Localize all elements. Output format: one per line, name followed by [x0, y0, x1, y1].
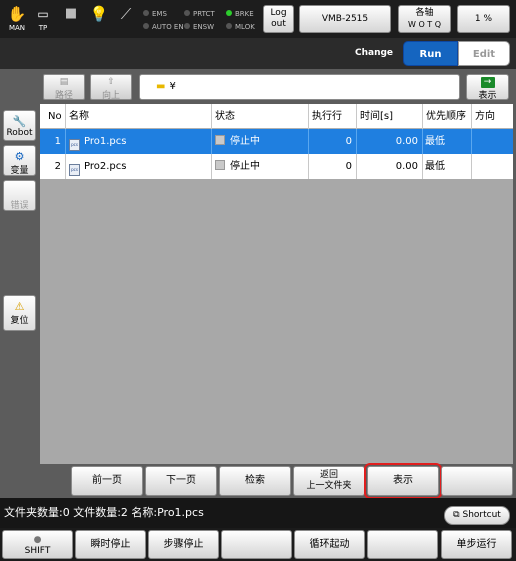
display-arrow-icon: →: [480, 77, 495, 88]
step-stop-button[interactable]: 步骤停止: [148, 530, 219, 559]
logout-button[interactable]: Log out: [263, 5, 294, 33]
tool-icon[interactable]: ⟋: [113, 4, 139, 34]
gear-icon: ⚙: [14, 150, 25, 163]
path-field[interactable]: ▬ ¥: [139, 74, 460, 100]
row-no: 2: [40, 154, 66, 179]
blank-function-button-2[interactable]: [367, 530, 438, 559]
file-table: No 名称 状态 执行行 时间[s] 优先顺序 方向 1 pcs Pro1.pcs…: [40, 104, 513, 464]
path-value: ¥: [169, 81, 176, 92]
shortcut-button[interactable]: ⧉ Shortcut: [444, 506, 510, 525]
lamp-icon[interactable]: 💡: [86, 4, 112, 34]
row-no: 1: [40, 129, 66, 154]
column-header-line[interactable]: 执行行: [309, 104, 357, 129]
path-icon: ▤: [59, 77, 69, 87]
robot-model-button[interactable]: VMB-2515: [299, 5, 391, 33]
indicator-brke: BRKE: [226, 9, 254, 19]
row-priority: 最低: [423, 129, 472, 154]
row-direction: [472, 154, 513, 179]
pcs-file-icon: pcs: [69, 139, 80, 151]
table-header-row: No 名称 状态 执行行 时间[s] 优先顺序 方向: [40, 104, 513, 129]
indicator-dot: [226, 23, 232, 29]
tp-label: TP: [38, 24, 48, 32]
row-line: 0: [309, 154, 357, 179]
run-mode-button[interactable]: Run: [403, 41, 458, 66]
column-header-name[interactable]: 名称: [66, 104, 212, 129]
change-label: Change: [355, 48, 394, 58]
warning-icon: ⚠: [14, 300, 25, 313]
column-header-no: No: [40, 104, 66, 129]
manual-mode-icon[interactable]: ✋ MAN: [4, 4, 30, 34]
shift-indicator-icon: ●: [33, 535, 42, 545]
single-step-button[interactable]: 单步运行: [441, 530, 512, 559]
indicator-ensw: ENSW: [184, 22, 214, 32]
column-header-status[interactable]: 状态: [212, 104, 309, 129]
stop-square-icon[interactable]: ■: [58, 4, 84, 34]
status-text: 文件夹数量:0 文件数量:2 名称:Pro1.pcs: [4, 506, 204, 519]
search-button[interactable]: 检索: [219, 466, 291, 496]
edit-mode-button[interactable]: Edit: [458, 41, 510, 66]
sidebar-variable-button[interactable]: ⚙ 变量: [3, 145, 36, 176]
status-box-icon: [215, 135, 225, 145]
row-priority: 最低: [423, 154, 472, 179]
instant-stop-button[interactable]: 瞬时停止: [75, 530, 146, 559]
status-box-icon: [215, 160, 225, 170]
robot-arm-icon: 🔧: [12, 115, 27, 128]
table-row[interactable]: 2 pcs Pro2.pcs 停止中 0 0.00 最低: [40, 154, 513, 179]
shift-button[interactable]: ● SHIFT: [2, 530, 73, 559]
row-name-cell: pcs Pro1.pcs: [66, 129, 212, 154]
indicator-dot: [226, 10, 232, 16]
column-header-priority[interactable]: 优先顺序: [423, 104, 472, 129]
up-folder-button[interactable]: ⇧ 向上: [90, 74, 132, 101]
indicator-dot: [184, 23, 190, 29]
folder-icon: ▬: [156, 81, 166, 92]
blank-icon: [4, 185, 35, 198]
indicator-auto-en: AUTO EN: [143, 22, 184, 32]
speed-button[interactable]: 1 %: [457, 5, 510, 33]
next-page-button[interactable]: 下一页: [145, 466, 217, 496]
row-name-cell: pcs Pro2.pcs: [66, 154, 212, 179]
indicator-dot: [184, 10, 190, 16]
display-button[interactable]: 表示: [364, 463, 442, 499]
pcs-file-icon: pcs: [69, 164, 80, 176]
sidebar-reset-button[interactable]: ⚠ 复位: [3, 295, 36, 331]
column-header-direction[interactable]: 方向: [472, 104, 513, 129]
row-line: 0: [309, 129, 357, 154]
blank-function-button-1[interactable]: [221, 530, 292, 559]
man-label: MAN: [8, 24, 26, 32]
path-button[interactable]: ▤ 路径: [43, 74, 85, 101]
cycle-start-button[interactable]: 循环起动: [294, 530, 365, 559]
display-button-top[interactable]: → 表示: [466, 74, 509, 101]
sidebar-robot-button[interactable]: 🔧 Robot: [3, 110, 36, 141]
teach-pendant-icon[interactable]: ▭ TP: [30, 4, 56, 34]
blank-page-button[interactable]: [441, 466, 513, 496]
up-arrow-icon: ⇧: [107, 77, 115, 87]
indicator-mlok: MLOK: [226, 22, 255, 32]
prev-page-button[interactable]: 前一页: [71, 466, 143, 496]
row-time: 0.00: [357, 129, 423, 154]
indicator-dot: [143, 23, 149, 29]
sidebar-error-button[interactable]: 错误: [3, 180, 36, 211]
shortcut-icon: ⧉: [453, 510, 460, 520]
table-row[interactable]: 1 pcs Pro1.pcs 停止中 0 0.00 最低: [40, 129, 513, 154]
indicator-prtct: PRTCT: [184, 9, 215, 19]
row-status-cell: 停止中: [212, 154, 309, 179]
status-bar: 文件夹数量:0 文件数量:2 名称:Pro1.pcs: [0, 498, 516, 528]
row-time: 0.00: [357, 154, 423, 179]
column-header-time[interactable]: 时间[s]: [357, 104, 423, 129]
back-to-parent-button[interactable]: 返回 上一文件夹: [293, 466, 365, 496]
row-direction: [472, 129, 513, 154]
row-status-cell: 停止中: [212, 129, 309, 154]
indicator-dot: [143, 10, 149, 16]
axis-coordinate-button[interactable]: 各轴 W O T Q: [398, 5, 451, 33]
indicator-ems: EMS: [143, 9, 167, 19]
